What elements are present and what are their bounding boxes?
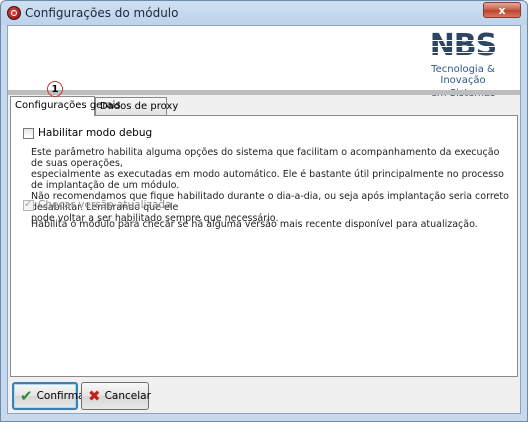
close-button[interactable]: x [483,2,521,18]
cancel-button[interactable]: ✖ Cancelar [81,382,151,410]
check-version-checkbox[interactable] [23,199,34,211]
debug-description: Este parâmetro habilita alguma opções do… [31,147,509,224]
logo-mark: NBS [429,28,497,63]
tab-configuracoes-gerais[interactable]: Configurações gerais [10,96,121,116]
debug-label: Habilitar modo debug [38,127,153,139]
check-version-description: Habilita o módulo para checar se há algu… [31,219,478,230]
check-version-option[interactable]: Checar versão atualizada [23,198,172,212]
x-icon: ✖ [88,387,101,405]
confirm-button[interactable]: ✔ Confirmar [12,382,89,410]
dialog-body: NBS Tecnologia & Inovação em Sistemas 1 … [7,25,521,414]
button-bar: ✔ Confirmar ✖ Cancelar [8,379,520,413]
annotation-badge: 1 [47,81,63,97]
company-logo: NBS Tecnologia & Inovação em Sistemas [418,30,508,99]
window-title: Configurações do módulo [25,6,179,20]
header-banner: NBS Tecnologia & Inovação em Sistemas [8,26,520,99]
cancel-label: Cancelar [104,390,151,402]
checkmark-icon: ✔ [20,387,33,405]
header-separator [8,90,520,95]
title-bar[interactable]: Configurações do módulo x [1,1,527,25]
tab-panel-general: Habilitar modo debug Este parâmetro habi… [10,115,518,377]
debug-option[interactable]: Habilitar modo debug [23,126,152,140]
logo-tagline-line1: Tecnologia & Inovação [431,64,495,86]
check-version-label: Checar versão atualizada [38,199,172,211]
dialog-window: Configurações do módulo x NBS Tecnologia… [0,0,528,422]
app-icon [7,6,21,20]
debug-checkbox[interactable] [23,127,34,139]
